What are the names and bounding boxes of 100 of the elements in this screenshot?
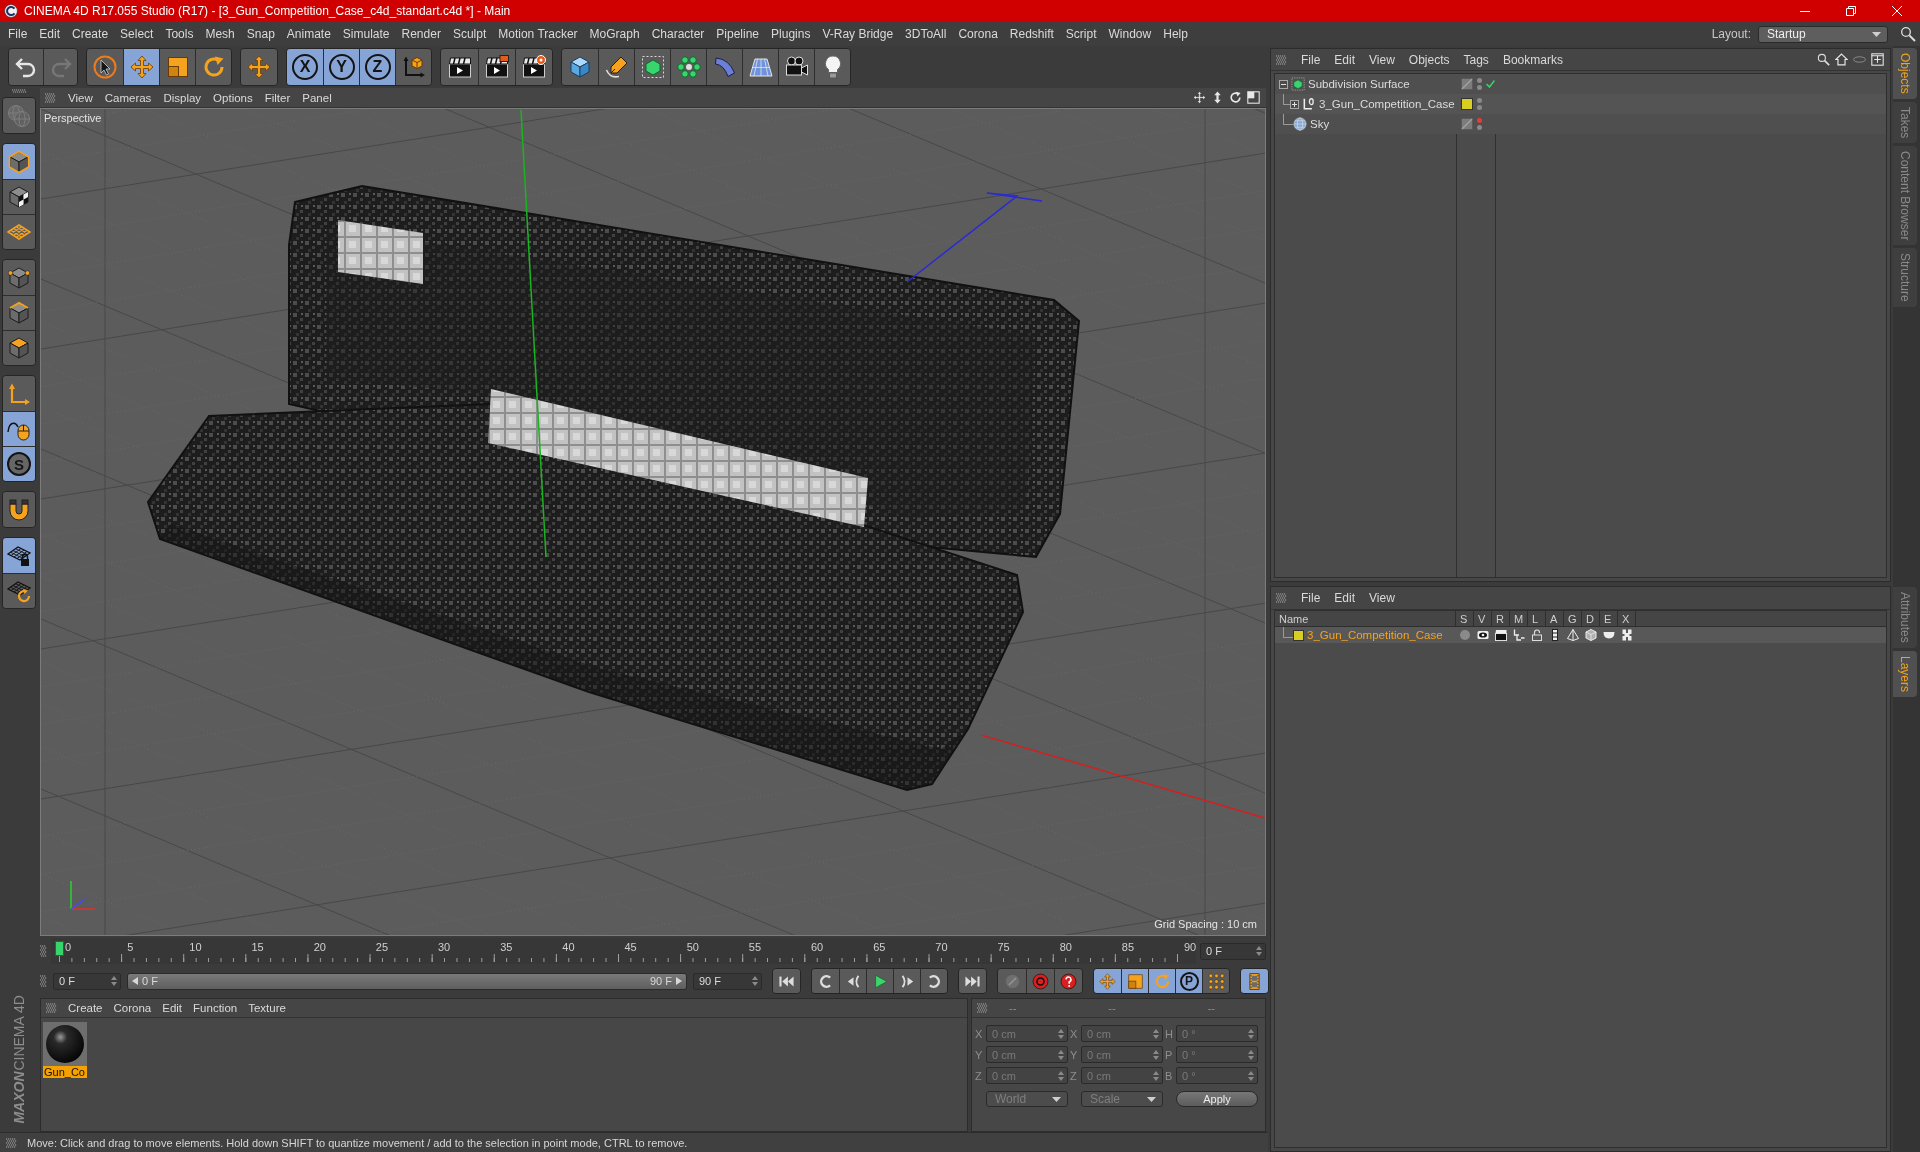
menu-item[interactable]: Redshift (1009, 27, 1054, 41)
texture-button[interactable] (3, 179, 35, 214)
orbit-button[interactable] (1229, 91, 1242, 104)
menu-item[interactable]: Corona (958, 27, 998, 41)
axis-lock-button[interactable]: X (287, 49, 323, 85)
clapperboard-icon[interactable] (1495, 629, 1507, 641)
menu-item[interactable]: File (1301, 591, 1321, 605)
frame-field[interactable]: 90 F (693, 972, 762, 990)
dot-icon[interactable] (1477, 85, 1482, 90)
render-picture-button[interactable] (478, 49, 515, 85)
pan-button[interactable] (1193, 91, 1206, 104)
menu-item[interactable]: Window (1108, 27, 1152, 41)
column-header[interactable]: E (1600, 610, 1618, 627)
menu-item[interactable]: Tags (1463, 52, 1489, 67)
dot-icon[interactable] (1477, 98, 1482, 103)
menu-item[interactable]: Edit (1334, 52, 1356, 67)
deformer-button[interactable] (706, 49, 742, 85)
menu-item[interactable]: Objects (1408, 52, 1450, 67)
points-button[interactable] (3, 260, 35, 295)
dot-icon[interactable] (1477, 118, 1482, 123)
expand-icon[interactable] (1290, 99, 1299, 109)
workplane-lock-button[interactable] (3, 538, 35, 573)
move-button[interactable] (123, 49, 159, 85)
search-button[interactable] (1900, 26, 1916, 42)
workplane-button[interactable] (3, 214, 35, 249)
menu-item[interactable]: Function (193, 1002, 238, 1014)
menu-item[interactable]: Motion Tracker (498, 27, 578, 41)
workplane-align-button[interactable] (3, 573, 35, 608)
pyramid-icon[interactable] (1567, 629, 1579, 641)
scale-button[interactable] (1121, 969, 1148, 993)
collapse-icon[interactable] (1279, 79, 1288, 89)
go-end-button[interactable] (959, 969, 986, 993)
menu-item[interactable]: Help (1163, 27, 1188, 41)
menu-item[interactable]: Create (72, 27, 109, 41)
axis-lock-button[interactable]: Z (359, 49, 395, 85)
column-header[interactable]: S (1456, 610, 1474, 627)
timeline-button[interactable] (1241, 969, 1268, 993)
menu-item[interactable]: View (1369, 52, 1395, 67)
axis-lock-button[interactable]: Y (323, 49, 359, 85)
render-settings-button[interactable] (515, 49, 552, 85)
column-header[interactable]: D (1582, 610, 1600, 627)
menu-item[interactable]: Simulate (342, 27, 390, 41)
point-level-button[interactable] (1202, 969, 1229, 993)
material-item[interactable]: Gun_Co (43, 1022, 87, 1078)
menu-item[interactable]: Options (213, 91, 253, 104)
prev-frame-button[interactable] (839, 969, 866, 993)
side-tab[interactable]: Objects (1893, 48, 1917, 99)
search-button[interactable] (1817, 53, 1830, 66)
grip-icon[interactable] (977, 1003, 988, 1013)
polygons-button[interactable] (3, 330, 35, 365)
floor-button[interactable] (742, 49, 778, 85)
model-button[interactable] (3, 144, 35, 179)
menu-item[interactable]: 3DToAll (905, 27, 947, 41)
menu-item[interactable]: Mesh (205, 27, 235, 41)
coordinates-button[interactable] (395, 49, 431, 85)
menu-item[interactable]: Animate (286, 27, 331, 41)
column-header[interactable]: X (1618, 610, 1636, 627)
menu-item[interactable]: Snap (246, 27, 275, 41)
menu-item[interactable]: Tools (165, 27, 194, 41)
home-button[interactable] (1835, 53, 1848, 66)
menu-item[interactable]: Display (163, 91, 202, 104)
rotate-button[interactable] (195, 49, 231, 85)
view-toggle-button[interactable] (1853, 56, 1866, 63)
menu-item[interactable]: Bookmarks (1502, 52, 1563, 67)
menu-item[interactable]: View (1369, 591, 1395, 605)
undo-button[interactable] (9, 49, 43, 85)
tweak-button[interactable] (3, 411, 35, 446)
new-panel-button[interactable] (1871, 53, 1884, 66)
menu-item[interactable]: Plugins (771, 27, 811, 41)
go-start-button[interactable] (773, 969, 800, 993)
column-header[interactable]: A (1546, 610, 1564, 627)
menu-item[interactable]: Pipeline (716, 27, 760, 41)
playhead-handle[interactable] (55, 941, 64, 956)
menu-item[interactable]: File (1301, 52, 1321, 67)
render-view-button[interactable] (441, 49, 478, 85)
menu-item[interactable]: MoGraph (589, 27, 640, 41)
segmented-bar-icon[interactable] (1549, 629, 1561, 641)
menu-item[interactable]: Edit (1334, 591, 1356, 605)
dot-icon[interactable] (1477, 105, 1482, 110)
column-header[interactable]: G (1564, 610, 1582, 627)
block-shape-icon[interactable] (1621, 629, 1633, 641)
menu-item[interactable]: Cameras (104, 91, 152, 104)
cube-icon[interactable] (1585, 629, 1597, 641)
autokey-button[interactable] (1026, 969, 1054, 993)
next-frame-button[interactable] (893, 969, 920, 993)
magnet-button[interactable] (3, 492, 35, 527)
parameter-button[interactable]: P (1175, 969, 1202, 993)
object-row[interactable]: 3_Gun_Competition_Case (1275, 94, 1886, 114)
grip-icon[interactable] (40, 945, 47, 957)
check-icon[interactable] (1486, 80, 1495, 88)
camera-button[interactable] (778, 49, 814, 85)
light-button[interactable] (814, 49, 850, 85)
scale-button[interactable] (159, 49, 195, 85)
grip-icon[interactable] (1276, 54, 1287, 65)
subdivision-button[interactable] (634, 49, 670, 85)
viewport-background[interactable]: Perspective Grid Spacing : 10 cm (40, 108, 1266, 936)
side-tab[interactable]: Layers (1893, 650, 1917, 697)
select-button[interactable] (87, 49, 123, 85)
menu-item[interactable]: File (8, 27, 28, 41)
maximize-button[interactable] (1247, 91, 1260, 104)
